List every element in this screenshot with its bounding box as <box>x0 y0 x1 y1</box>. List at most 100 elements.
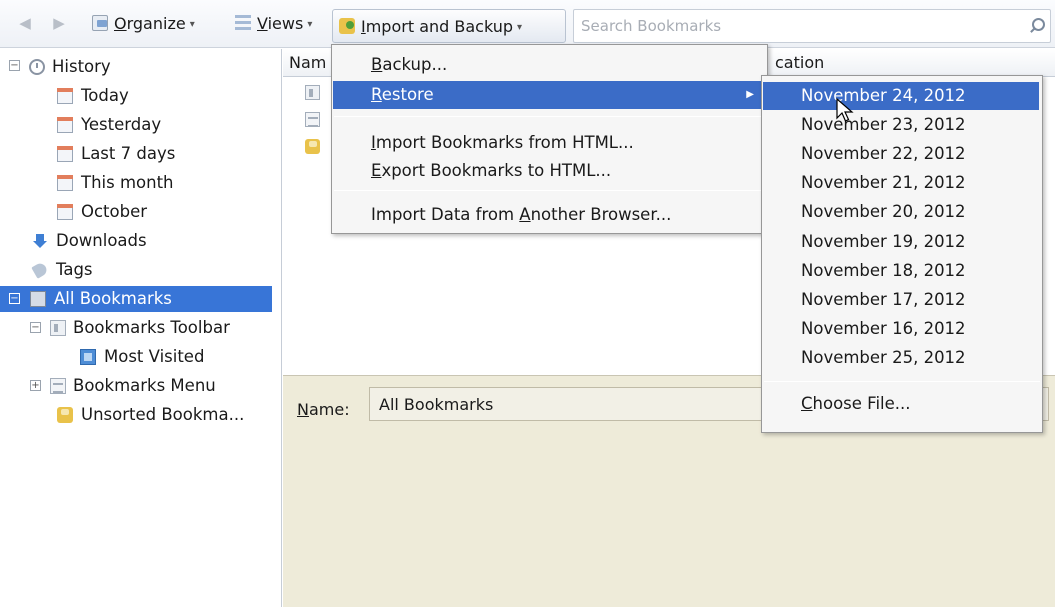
restore-date-item[interactable]: November 25, 2012 <box>763 344 1039 372</box>
menu-item-export-bookmarks-html[interactable]: Export Bookmarks to HTML... <box>333 157 766 185</box>
import-and-backup-button[interactable]: Import and Backup ▾ <box>332 9 566 43</box>
menu-item-accel: C <box>801 394 813 413</box>
menu-item-accel: A <box>519 205 531 224</box>
name-label-text: ame: <box>308 400 350 419</box>
menu-item-import-another-browser[interactable]: Import Data from Another Browser... <box>333 201 766 229</box>
restore-date-item[interactable]: November 24, 2012 <box>763 82 1039 110</box>
collapse-toggle-icon[interactable]: − <box>30 322 41 333</box>
chevron-down-icon: ▾ <box>189 19 195 30</box>
organize-button[interactable]: Organize ▾ <box>92 10 195 38</box>
restore-submenu: November 24, 2012 November 23, 2012 Nove… <box>761 75 1043 433</box>
restore-date-item[interactable]: November 21, 2012 <box>763 169 1039 197</box>
unsorted-bookmarks-icon <box>305 139 320 154</box>
import-backup-menu: Backup... Restore ▶ Import Bookmarks from… <box>331 44 768 234</box>
import-backup-icon <box>339 18 355 34</box>
column-header-location[interactable]: cation <box>775 53 824 72</box>
name-label: Name: <box>297 400 350 419</box>
sidebar-item-label: Unsorted Bookma... <box>81 405 245 424</box>
sidebar-item-this-month[interactable]: This month <box>0 170 281 196</box>
import-label: mport and Backup <box>365 17 514 36</box>
search-placeholder: Search Bookmarks <box>581 17 722 35</box>
sidebar-item-most-visited[interactable]: Most Visited <box>0 344 281 370</box>
name-label-accel: N <box>297 400 309 419</box>
collapse-toggle-icon[interactable]: − <box>9 293 20 304</box>
sidebar-item-label: Bookmarks Menu <box>73 376 216 395</box>
bookmarks-menu-icon <box>305 112 320 127</box>
sidebar-item-label: Most Visited <box>104 347 205 366</box>
sidebar-item-label: History <box>52 57 111 76</box>
views-icon <box>235 15 251 31</box>
views-button[interactable]: Views ▾ <box>235 10 312 38</box>
restore-date-item[interactable]: November 17, 2012 <box>763 286 1039 314</box>
restore-date-item[interactable]: November 20, 2012 <box>763 198 1039 226</box>
calendar-icon <box>57 88 73 104</box>
sidebar-item-label: Downloads <box>56 231 147 250</box>
views-label-accel: V <box>257 14 268 33</box>
unsorted-bookmarks-icon <box>57 407 73 423</box>
sidebar-item-october[interactable]: October <box>0 199 281 225</box>
bookmarks-toolbar-icon <box>305 85 320 100</box>
sidebar-item-label: Last 7 days <box>81 144 176 163</box>
back-arrow-icon[interactable]: ◀ <box>16 14 34 32</box>
sidebar-item-today[interactable]: Today <box>0 83 281 109</box>
menu-item-backup[interactable]: Backup... <box>333 51 766 79</box>
sidebar-item-last-7-days[interactable]: Last 7 days <box>0 141 281 167</box>
sidebar-item-label: Tags <box>56 260 93 279</box>
menu-item-accel: B <box>371 55 383 74</box>
menu-item-label: ackup... <box>382 55 448 74</box>
forward-arrow-icon[interactable]: ▶ <box>50 14 68 32</box>
sidebar-item-all-bookmarks[interactable]: − All Bookmarks <box>0 286 272 312</box>
submenu-arrow-icon: ▶ <box>746 89 754 100</box>
menu-item-label: nother Browser... <box>530 205 672 224</box>
clock-icon <box>29 59 45 75</box>
sidebar-item-label: October <box>81 202 148 221</box>
smart-folder-icon <box>80 349 96 365</box>
calendar-icon <box>57 117 73 133</box>
organize-label-accel: O <box>114 14 127 33</box>
name-field-value: All Bookmarks <box>379 395 494 414</box>
tag-icon <box>31 261 49 279</box>
column-header-name[interactable]: Nam <box>289 53 326 72</box>
sidebar-item-label: Yesterday <box>81 115 162 134</box>
menu-item-prefix: Import Data from <box>371 205 520 224</box>
restore-date-item[interactable]: November 23, 2012 <box>763 111 1039 139</box>
menu-separator <box>334 190 765 191</box>
restore-date-item[interactable]: November 18, 2012 <box>763 257 1039 285</box>
calendar-icon <box>57 146 73 162</box>
bookmarks-library-icon <box>30 291 46 307</box>
restore-date-item[interactable]: November 19, 2012 <box>763 228 1039 256</box>
menu-item-label: xport Bookmarks to HTML... <box>381 161 612 180</box>
bookmarks-menu-icon <box>50 378 66 394</box>
menu-item-import-bookmarks-html[interactable]: Import Bookmarks from HTML... <box>333 129 766 157</box>
restore-date-item[interactable]: November 22, 2012 <box>763 140 1039 168</box>
sidebar-item-tags[interactable]: Tags <box>0 257 281 283</box>
sidebar-item-yesterday[interactable]: Yesterday <box>0 112 281 138</box>
toolbar: ◀ ▶ Organize ▾ Views ▾ Import and Backup ▾ … <box>0 0 1055 48</box>
sidebar-item-downloads[interactable]: Downloads <box>0 228 281 254</box>
sidebar-item-label: This month <box>81 173 174 192</box>
views-label: iews <box>267 14 304 33</box>
search-icon[interactable] <box>1028 18 1045 34</box>
sidebar-item-bookmarks-toolbar[interactable]: − Bookmarks Toolbar <box>0 315 281 341</box>
sidebar-tree: − History Today Yesterday Last 7 days Th… <box>0 49 282 607</box>
menu-separator <box>764 381 1040 382</box>
organize-icon <box>92 15 108 31</box>
menu-item-label: estore <box>381 85 434 104</box>
sidebar-item-label: All Bookmarks <box>54 289 172 308</box>
sidebar-item-bookmarks-menu[interactable]: + Bookmarks Menu <box>0 373 281 399</box>
calendar-icon <box>57 175 73 191</box>
menu-item-choose-file[interactable]: Choose File... <box>763 390 1039 418</box>
organize-label: rganize <box>126 14 186 33</box>
menu-item-restore[interactable]: Restore ▶ <box>333 81 766 109</box>
chevron-down-icon: ▾ <box>307 19 313 30</box>
sidebar-item-label: Today <box>81 86 129 105</box>
chevron-down-icon: ▾ <box>517 22 523 33</box>
expand-toggle-icon[interactable]: + <box>30 380 41 391</box>
search-input[interactable]: Search Bookmarks <box>573 9 1051 43</box>
sidebar-item-history[interactable]: History <box>0 54 281 80</box>
menu-separator <box>334 116 765 117</box>
sidebar-item-label: Bookmarks Toolbar <box>73 318 230 337</box>
menu-item-accel: R <box>371 85 382 104</box>
restore-date-item[interactable]: November 16, 2012 <box>763 315 1039 343</box>
sidebar-item-unsorted-bookmarks[interactable]: Unsorted Bookma... <box>0 402 281 428</box>
